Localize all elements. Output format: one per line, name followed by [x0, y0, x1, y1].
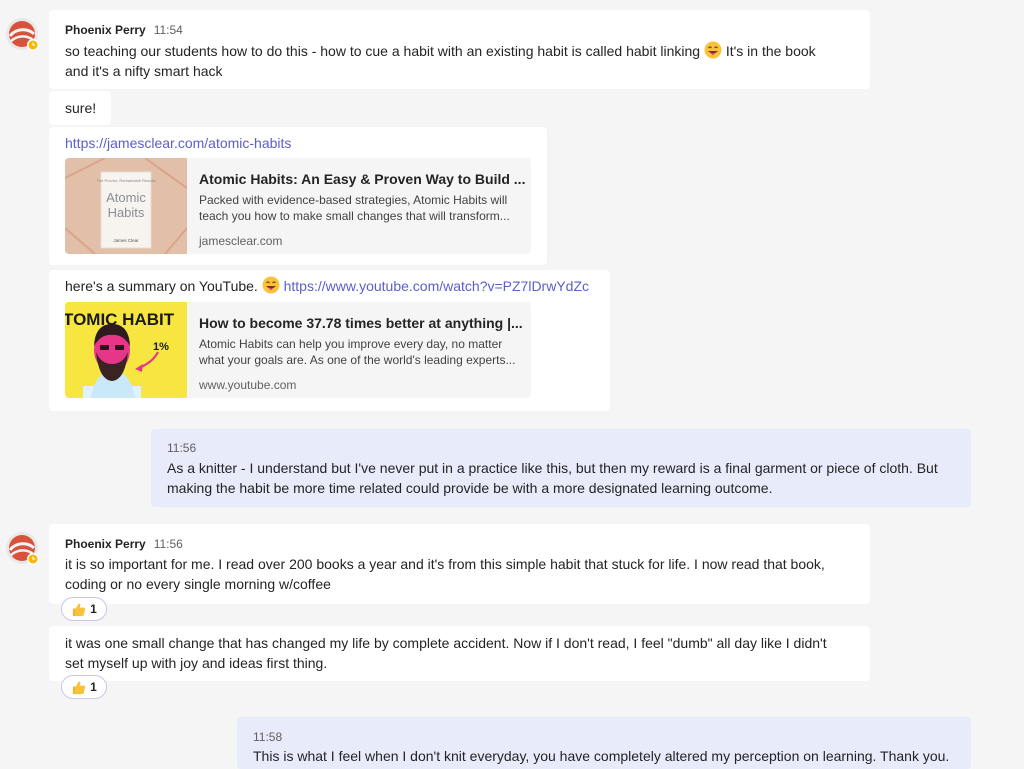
link-preview-card[interactable]: TOMIC HABIT 1% How to become 37.78 times… [65, 302, 531, 398]
message-text: it is so important for me. I read over 2… [65, 556, 825, 592]
card-domain: jamesclear.com [199, 234, 283, 248]
message-bubble: Phoenix Perry 11:54 so teaching our stude… [49, 10, 870, 89]
card-description: Packed with evidence-based strategies, A… [199, 193, 510, 223]
grinning-tongue-emoji [704, 41, 722, 59]
message-bubble: here's a summary on YouTube. https://www… [49, 270, 610, 411]
book-title-line-1: Atomic [106, 190, 146, 205]
message-link[interactable]: https://www.youtube.com/watch?v=PZ7lDrwY… [284, 278, 589, 294]
author-name[interactable]: Phoenix Perry [65, 537, 146, 551]
card-title: How to become 37.78 times better at anyt… [199, 315, 523, 331]
thumbs-up-icon [73, 603, 86, 616]
message-bubble: https://jamesclear.com/atomic-habits The… [49, 127, 547, 265]
message-text: so teaching our students how to do this … [65, 41, 816, 79]
swirl-avatar-icon [6, 532, 39, 565]
author-name[interactable]: Phoenix Perry [65, 23, 146, 37]
reaction-count: 1 [90, 680, 97, 694]
swirl-avatar-icon [6, 18, 39, 51]
book-author: James Clear [113, 238, 139, 243]
message-text: As a knitter - I understand but I've nev… [167, 460, 938, 496]
message-text: sure! [65, 100, 97, 116]
link-preview-card[interactable]: The Proven, Remarkable Results Atomic Ha… [65, 158, 531, 254]
book-tagline: The Proven, Remarkable Results [97, 178, 156, 183]
message-text: This is what I feel when I don't knit ev… [253, 748, 950, 764]
message-time: 11:58 [253, 730, 283, 744]
message-bubble: Phoenix Perry 11:56 it is so important fo… [49, 524, 870, 604]
card-description: Atomic Habits can help you improve every… [199, 337, 516, 367]
reaction-pill[interactable]: 1 [61, 597, 107, 621]
book-cover-thumbnail: The Proven, Remarkable Results Atomic Ha… [65, 158, 187, 254]
grinning-tongue-emoji [262, 276, 280, 294]
message-link[interactable]: https://jamesclear.com/atomic-habits [65, 133, 291, 153]
reaction-pill[interactable]: 1 [61, 675, 107, 699]
book-title-line-2: Habits [108, 205, 145, 220]
thumbs-up-icon [73, 681, 86, 694]
card-title: Atomic Habits: An Easy & Proven Way to B… [199, 171, 526, 187]
reaction-count: 1 [90, 602, 97, 616]
avatar[interactable] [6, 18, 40, 52]
message-text: here's a summary on YouTube. https://www… [65, 276, 590, 294]
message-time: 11:56 [167, 441, 197, 455]
message-bubble: it was one small change that has changed… [49, 626, 870, 681]
message-header: Phoenix Perry 11:56 [65, 537, 183, 551]
avatar[interactable] [6, 532, 40, 566]
my-message-bubble: 11:58 This is what I feel when I don't k… [237, 717, 971, 769]
message-text: it was one small change that has changed… [65, 635, 827, 671]
message-time: 11:56 [153, 537, 183, 551]
card-domain: www.youtube.com [199, 378, 297, 392]
my-message-bubble: 11:56 As a knitter - I understand but I'… [151, 429, 971, 507]
thumbnail-badge-text: 1% [153, 341, 169, 353]
message-bubble: sure! [49, 91, 111, 125]
message-time: 11:54 [153, 23, 183, 37]
message-header: Phoenix Perry 11:54 [65, 23, 183, 37]
video-thumbnail: TOMIC HABIT 1% [65, 302, 187, 398]
